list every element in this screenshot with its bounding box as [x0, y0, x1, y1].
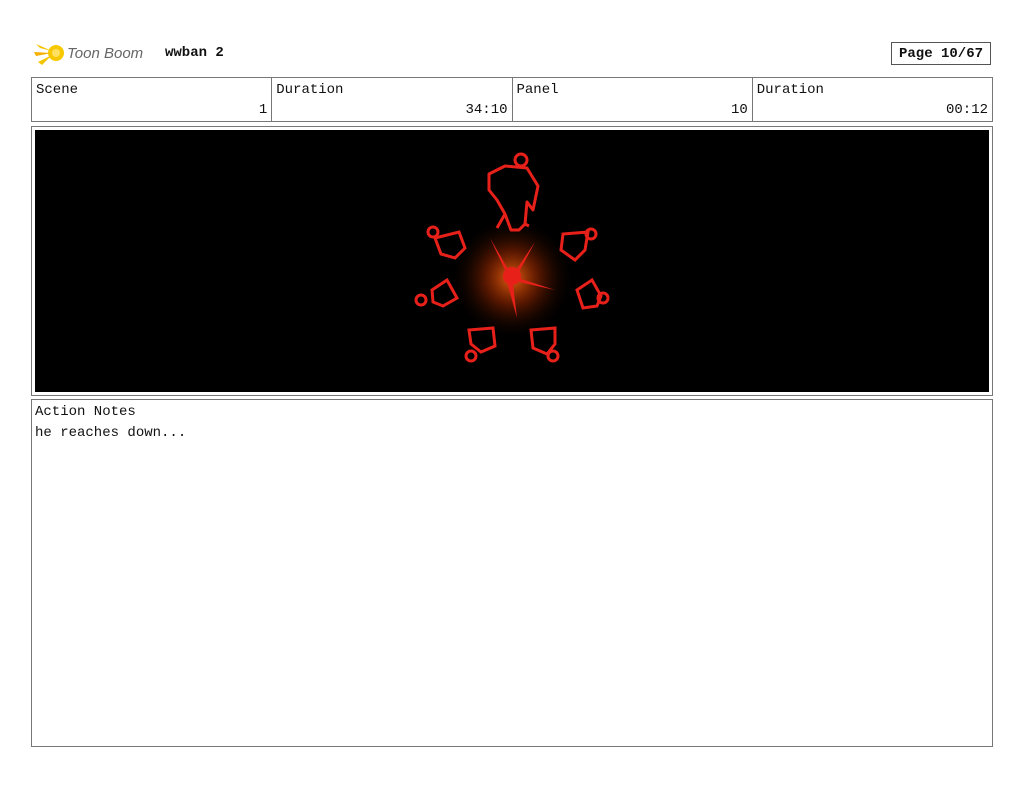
panel-duration-cell: Duration 00:12 [753, 78, 992, 121]
action-notes-box: Action Notes he reaches down... [31, 399, 993, 747]
panel-cell: Panel 10 [513, 78, 753, 121]
logo-text: Toon Boom [67, 45, 143, 62]
scene-label: Scene [36, 82, 79, 98]
logo-burst-icon [34, 44, 64, 65]
panel-duration-label: Duration [756, 82, 824, 98]
panel-duration-value: 00:12 [945, 102, 988, 118]
panel-info-table: Scene 1 Duration 34:10 Panel 10 Duration… [31, 77, 993, 122]
project-title: wwban 2 [165, 45, 224, 61]
scene-duration-cell: Duration 34:10 [272, 78, 513, 121]
scene-duration-value: 34:10 [465, 102, 508, 118]
panel-label: Panel [516, 82, 559, 98]
page-indicator: Page 10/67 [891, 42, 991, 65]
action-notes-text: he reaches down... [35, 425, 187, 441]
storyboard-panel-frame [31, 126, 993, 396]
panel-value: 10 [730, 102, 748, 118]
action-notes-label: Action Notes [35, 404, 136, 420]
scene-cell: Scene 1 [32, 78, 273, 121]
scene-duration-label: Duration [276, 82, 344, 98]
scene-value: 1 [258, 102, 268, 118]
storyboard-panel-image [35, 130, 989, 392]
toon-boom-logo: Toon Boom [34, 44, 143, 65]
